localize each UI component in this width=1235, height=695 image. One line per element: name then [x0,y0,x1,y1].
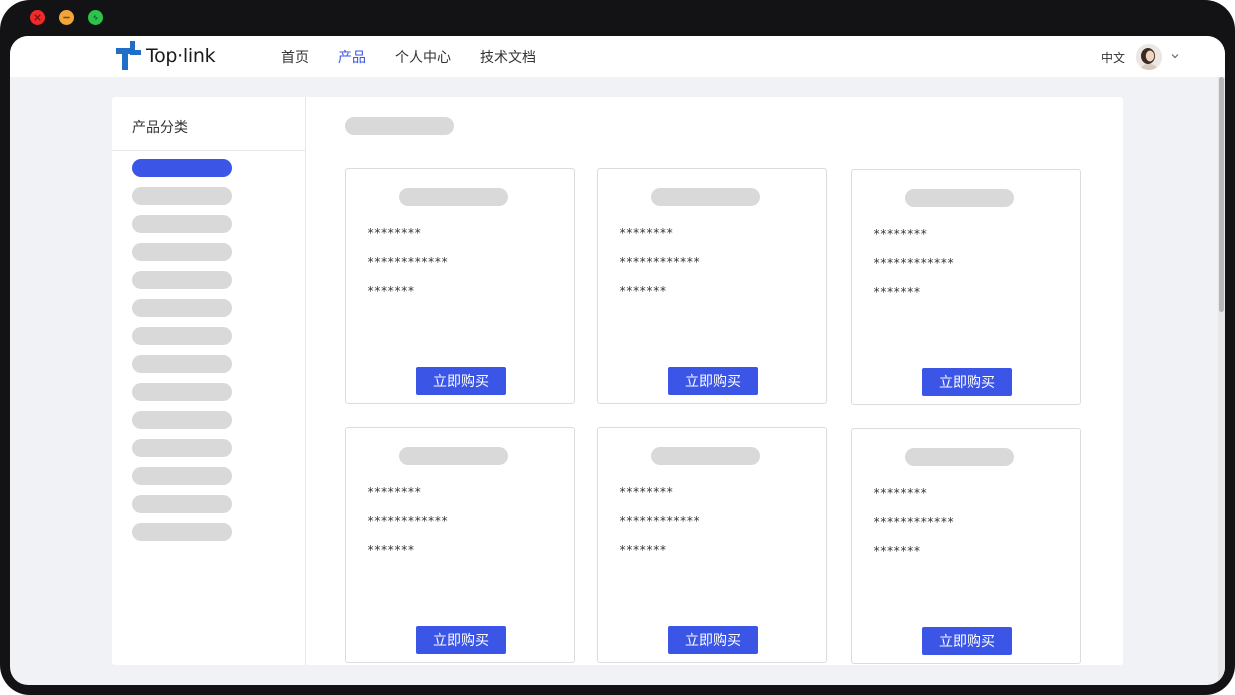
nav-home[interactable]: 首页 [281,47,309,67]
category-item[interactable] [132,523,232,541]
category-item[interactable] [132,355,232,373]
category-sidebar: 产品分类 [112,97,306,665]
nav-products[interactable]: 产品 [338,47,366,67]
product-line: ************ [873,256,954,270]
product-line: ************ [619,514,700,528]
product-title-placeholder [651,188,760,206]
product-line: ******** [619,485,673,499]
product-card: ******** ************ ******* 立即购买 [851,428,1081,664]
toplink-logo-icon [116,41,141,70]
product-title-placeholder [399,188,508,206]
product-title-placeholder [399,447,508,465]
app-window: Top·link 首页 产品 个人中心 技术文档 中文 产品分类 *******… [0,0,1235,695]
product-line: ************ [619,255,700,269]
category-item[interactable] [132,327,232,345]
minimize-button[interactable] [59,10,74,25]
product-line: ******* [367,543,415,557]
scrollbar-thumb[interactable] [1219,77,1224,312]
avatar-image [1136,44,1162,70]
top-navigation-bar: Top·link 首页 产品 个人中心 技术文档 中文 [10,36,1225,77]
content-title-placeholder [345,117,454,135]
category-item[interactable] [132,187,232,205]
product-title-placeholder [651,447,760,465]
nav-personal-center[interactable]: 个人中心 [395,47,451,67]
sidebar-title: 产品分类 [132,120,188,136]
category-item-active[interactable] [132,159,232,177]
product-line: ************ [367,255,448,269]
fullscreen-icon [92,14,99,21]
language-switcher[interactable]: 中文 [1101,49,1125,66]
product-line: ******** [873,486,927,500]
main-nav: 首页 产品 个人中心 技术文档 [281,36,565,77]
sidebar-divider [112,150,305,151]
buy-now-button[interactable]: 立即购买 [416,367,506,395]
browser-viewport: Top·link 首页 产品 个人中心 技术文档 中文 产品分类 *******… [10,36,1225,685]
content-panel: 产品分类 ******** ************ ******* 立即购买 … [112,97,1123,665]
close-icon [34,14,41,21]
buy-now-button[interactable]: 立即购买 [668,626,758,654]
product-card: ******** ************ ******* 立即购买 [345,427,575,663]
product-card: ******** ************ ******* 立即购买 [597,168,827,404]
product-line: ******* [367,284,415,298]
brand-logo[interactable]: Top·link [116,41,216,71]
category-item[interactable] [132,243,232,261]
product-line: ******** [367,485,421,499]
buy-now-button[interactable]: 立即购买 [416,626,506,654]
category-item[interactable] [132,439,232,457]
close-button[interactable] [30,10,45,25]
category-item[interactable] [132,271,232,289]
category-item[interactable] [132,299,232,317]
product-line: ******* [873,544,921,558]
maximize-button[interactable] [88,10,103,25]
category-item[interactable] [132,383,232,401]
category-item[interactable] [132,411,232,429]
minimize-icon [63,16,70,19]
product-line: ******* [619,284,667,298]
buy-now-button[interactable]: 立即购买 [668,367,758,395]
product-line: ******* [873,285,921,299]
product-card: ******** ************ ******* 立即购买 [851,169,1081,405]
product-line: ************ [367,514,448,528]
category-item[interactable] [132,495,232,513]
product-line: ******* [619,543,667,557]
product-line: ******** [619,226,673,240]
category-item[interactable] [132,215,232,233]
nav-tech-docs[interactable]: 技术文档 [480,47,536,67]
chevron-down-icon[interactable] [1170,51,1180,61]
brand-name: Top·link [146,45,216,67]
user-avatar[interactable] [1136,44,1162,70]
buy-now-button[interactable]: 立即购买 [922,368,1012,396]
product-line: ************ [873,515,954,529]
buy-now-button[interactable]: 立即购买 [922,627,1012,655]
category-item[interactable] [132,467,232,485]
product-title-placeholder [905,448,1014,466]
product-card: ******** ************ ******* 立即购买 [597,427,827,663]
product-line: ******** [367,226,421,240]
product-title-placeholder [905,189,1014,207]
product-card: ******** ************ ******* 立即购买 [345,168,575,404]
product-line: ******** [873,227,927,241]
